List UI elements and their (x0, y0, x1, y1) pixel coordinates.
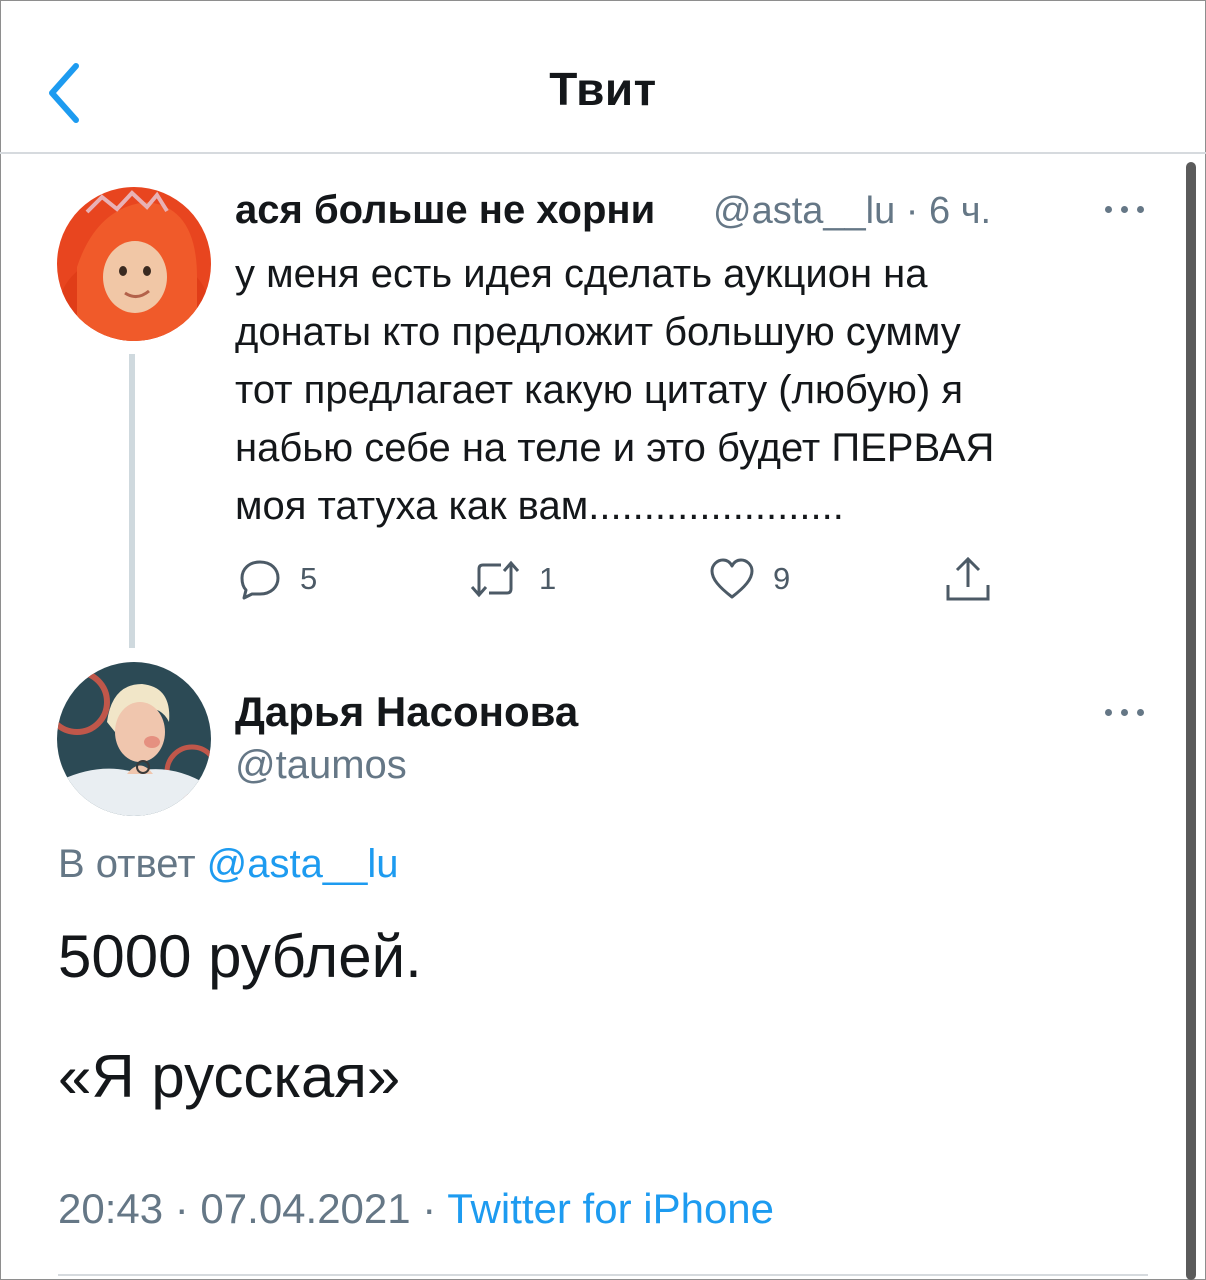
more-options-button[interactable] (1103, 697, 1147, 727)
reply-handle-link[interactable]: @asta__lu (207, 842, 399, 886)
like-button[interactable]: 9 (709, 554, 790, 604)
parent-handle-time: @asta__lu · 6 ч. (713, 190, 992, 232)
reply-button[interactable]: 5 (238, 554, 317, 604)
tweet-text-line: 5000 рублей. (58, 923, 422, 990)
tweet-timestamp: 20:43 · 07.04.2021 · Twitter for iPhone (58, 1185, 774, 1233)
top-nav-bar: Твит (0, 0, 1206, 154)
reply-count: 5 (300, 561, 318, 596)
scrollbar[interactable] (1186, 162, 1196, 1280)
timestamp-text: 20:43 · 07.04.2021 · (58, 1185, 448, 1232)
page-title: Твит (549, 63, 657, 115)
parent-author-name[interactable]: ася больше не хорни (235, 188, 655, 233)
reply-context: В ответ @asta__lu (58, 842, 399, 887)
avatar[interactable] (57, 662, 211, 816)
parent-tweet-text: у меня есть идея сделать аукцион на дона… (235, 252, 995, 528)
reply-label: В ответ (58, 842, 196, 886)
author-name[interactable]: Дарья Насонова (235, 688, 578, 736)
share-button[interactable] (944, 554, 992, 604)
share-icon (946, 556, 990, 601)
reply-icon (240, 560, 280, 600)
divider (58, 1274, 1148, 1276)
retweet-button[interactable]: 1 (469, 554, 556, 604)
avatar[interactable] (57, 187, 211, 341)
tweet-text-line: «Я русская» (58, 1043, 401, 1110)
heart-icon (710, 558, 754, 599)
retweet-count: 1 (539, 561, 557, 596)
source-link[interactable]: Twitter for iPhone (447, 1185, 774, 1232)
retweet-icon (470, 560, 520, 598)
thread-connector-line (129, 354, 135, 648)
like-count: 9 (773, 561, 791, 596)
author-handle[interactable]: @taumos (235, 743, 407, 788)
more-options-button[interactable] (1103, 194, 1147, 224)
